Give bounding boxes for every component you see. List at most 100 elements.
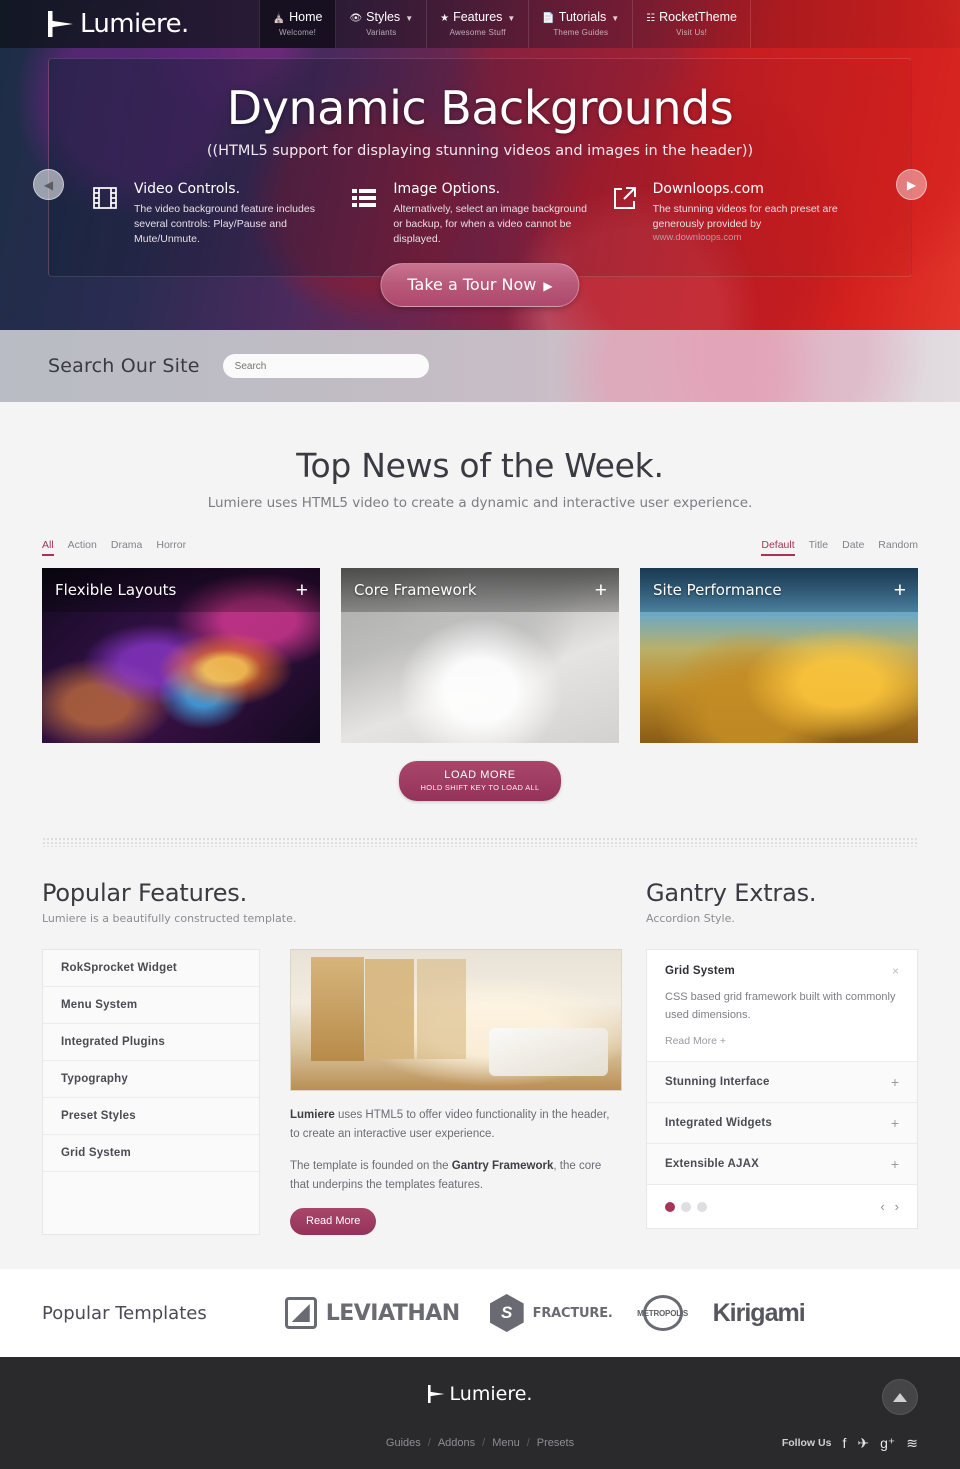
- popular-templates-section: Popular Templates LEVIATHAN S FRACTURE. …: [0, 1269, 960, 1357]
- filter-action[interactable]: Action: [68, 539, 97, 556]
- features-paragraph-2-pre: The template is founded on the: [290, 1160, 452, 1172]
- hero-column-title-2: Downloops.com: [652, 181, 764, 197]
- expand-plus-icon[interactable]: +: [595, 580, 607, 601]
- accordion-item-stunning-interface[interactable]: Stunning Interface +: [647, 1062, 917, 1103]
- filter-horror[interactable]: Horror: [156, 539, 186, 556]
- accordion-panel-body: CSS based grid framework built with comm…: [665, 991, 896, 1021]
- rss-icon[interactable]: ≋: [906, 1435, 918, 1452]
- feature-item-typography[interactable]: Typography: [43, 1061, 259, 1098]
- nav-item-tutorials[interactable]: 📄 Tutorials ▼ Theme Guides: [529, 0, 634, 48]
- expand-plus-icon[interactable]: +: [894, 580, 906, 601]
- features-image: [290, 949, 622, 1091]
- search-input[interactable]: [222, 354, 429, 378]
- feature-item-integrated-plugins[interactable]: Integrated Plugins: [43, 1024, 259, 1061]
- feature-item-menu-system[interactable]: Menu System: [43, 987, 259, 1024]
- features-read-more-button[interactable]: Read More: [290, 1208, 377, 1235]
- accordion-item-extensible-ajax[interactable]: Extensible AJAX +: [647, 1144, 917, 1185]
- footer-logo[interactable]: Lumiere.: [42, 1383, 918, 1405]
- follow-us-label: Follow Us: [781, 1437, 832, 1449]
- footer-link-presets[interactable]: Presets: [537, 1437, 574, 1449]
- accordion-read-more-link[interactable]: Read More +: [665, 1035, 899, 1047]
- feature-item-roksprocket-widget[interactable]: RokSprocket Widget: [43, 950, 259, 987]
- hero-column-text-1: Alternatively, select an image backgroun…: [393, 203, 587, 245]
- sort-title[interactable]: Title: [809, 539, 828, 556]
- film-icon: [91, 181, 121, 247]
- list-icon: [350, 181, 380, 247]
- sort-date[interactable]: Date: [842, 539, 864, 556]
- nav-sub-features: Awesome Stuff: [449, 28, 506, 37]
- main-navigation: ⛪ Home Welcome! 👁 Styles ▼ Variants ★ Featur…: [258, 0, 751, 48]
- expand-plus-icon: +: [890, 1115, 899, 1131]
- footer-link-menu[interactable]: Menu: [492, 1437, 520, 1449]
- popular-templates-label: Popular Templates: [42, 1302, 207, 1324]
- pager-dot-3[interactable]: [697, 1201, 707, 1212]
- news-filters: All Action Drama Horror Default Title Da…: [0, 539, 960, 556]
- accordion-panel-header[interactable]: Grid System ×: [665, 965, 899, 977]
- arrow-up-icon: [893, 1392, 907, 1402]
- site-logo[interactable]: Lumiere.: [0, 0, 189, 48]
- footer-link-addons[interactable]: Addons: [438, 1437, 475, 1449]
- sort-random[interactable]: Random: [878, 539, 918, 556]
- news-card-flexible-layouts[interactable]: Flexible Layouts +: [42, 568, 320, 743]
- twitter-icon[interactable]: ✈: [857, 1435, 869, 1452]
- close-icon[interactable]: ×: [892, 965, 899, 977]
- sort-default[interactable]: Default: [761, 539, 795, 556]
- take-a-tour-button[interactable]: Take a Tour Now ▶: [380, 263, 580, 307]
- news-section: Top News of the Week. Lumiere uses HTML5…: [0, 402, 960, 847]
- accordion-item-title: Extensible AJAX: [665, 1158, 759, 1170]
- card-title: Site Performance: [653, 581, 782, 599]
- footer-separator: /: [427, 1437, 431, 1449]
- filter-all[interactable]: All: [42, 539, 54, 556]
- popular-features-column: Popular Features. Lumiere is a beautiful…: [42, 879, 622, 1235]
- hero-column-text-2: The stunning videos for each preset are …: [652, 203, 838, 230]
- template-logo-kirigami[interactable]: Kirigami: [713, 1299, 806, 1328]
- nav-item-rockettheme[interactable]: ☷ RocketTheme Visit Us!: [633, 0, 751, 48]
- filter-drama[interactable]: Drama: [111, 539, 143, 556]
- news-lead: Lumiere uses HTML5 video to create a dyn…: [207, 495, 753, 511]
- hero-column-video-controls: Video Controls. The video background fea…: [91, 181, 350, 247]
- eye-icon: 👁: [349, 13, 363, 24]
- template-logo-leviathan[interactable]: LEVIATHAN: [284, 1297, 460, 1329]
- pager-dot-2[interactable]: [681, 1201, 691, 1212]
- scroll-to-top-button[interactable]: [882, 1379, 918, 1415]
- pager-next-icon[interactable]: ›: [895, 1199, 899, 1214]
- nav-item-home[interactable]: ⛪ Home Welcome!: [258, 0, 337, 48]
- template-name: LEVIATHAN: [325, 1300, 460, 1326]
- hero-next-arrow[interactable]: ▶: [896, 169, 927, 200]
- load-more-button[interactable]: LOAD MORE HOLD SHIFT KEY TO LOAD ALL: [398, 761, 562, 801]
- home-icon: ⛪: [272, 13, 286, 24]
- google-plus-icon[interactable]: g⁺: [880, 1435, 895, 1452]
- nav-sub-styles: Variants: [366, 28, 397, 37]
- template-logo-fracture[interactable]: S FRACTURE.: [489, 1294, 613, 1332]
- accordion: Grid System × CSS based grid framework b…: [646, 949, 918, 1229]
- expand-plus-icon[interactable]: +: [296, 580, 308, 601]
- arrow-left-icon: ◀: [43, 177, 54, 192]
- accordion-panel-grid-system: Grid System × CSS based grid framework b…: [647, 950, 917, 1062]
- footer-separator: /: [526, 1437, 530, 1449]
- nav-item-styles[interactable]: 👁 Styles ▼ Variants: [336, 0, 428, 48]
- pager-dot-1[interactable]: [665, 1201, 675, 1212]
- pager-prev-icon[interactable]: ‹: [880, 1199, 884, 1214]
- nav-label-rockettheme: RocketTheme: [659, 10, 737, 24]
- feature-item-grid-system[interactable]: Grid System: [43, 1135, 259, 1172]
- accordion-item-integrated-widgets[interactable]: Integrated Widgets +: [647, 1103, 917, 1144]
- play-triangle-icon: [48, 11, 73, 37]
- facebook-icon[interactable]: f: [842, 1435, 846, 1451]
- card-header: Core Framework +: [341, 568, 619, 612]
- news-card-core-framework[interactable]: Core Framework +: [341, 568, 619, 743]
- footer-link-guides[interactable]: Guides: [386, 1437, 421, 1449]
- template-logo-metropolis[interactable]: METROPOLIS: [637, 1295, 688, 1331]
- feature-item-preset-styles[interactable]: Preset Styles: [43, 1098, 259, 1135]
- nav-item-features[interactable]: ★ Features ▼ Awesome Stuff: [427, 0, 530, 48]
- downloops-link[interactable]: www.downloops.com: [653, 232, 853, 243]
- play-triangle-icon: [427, 1385, 445, 1403]
- features-list-filler: [43, 1172, 259, 1220]
- popular-features-subtitle: Lumiere is a beautifully constructed tem…: [42, 912, 297, 925]
- nav-label-tutorials: Tutorials: [558, 10, 607, 24]
- hero-prev-arrow[interactable]: ◀: [33, 169, 64, 200]
- gantry-extras-subtitle: Accordion Style.: [646, 912, 735, 925]
- footer-row: Guides / Addons / Menu / Presets Follow …: [42, 1435, 918, 1452]
- load-more-wrapper: LOAD MORE HOLD SHIFT KEY TO LOAD ALL: [0, 761, 960, 807]
- hero-title: Dynamic Backgrounds: [226, 81, 734, 135]
- news-card-site-performance[interactable]: Site Performance +: [640, 568, 918, 743]
